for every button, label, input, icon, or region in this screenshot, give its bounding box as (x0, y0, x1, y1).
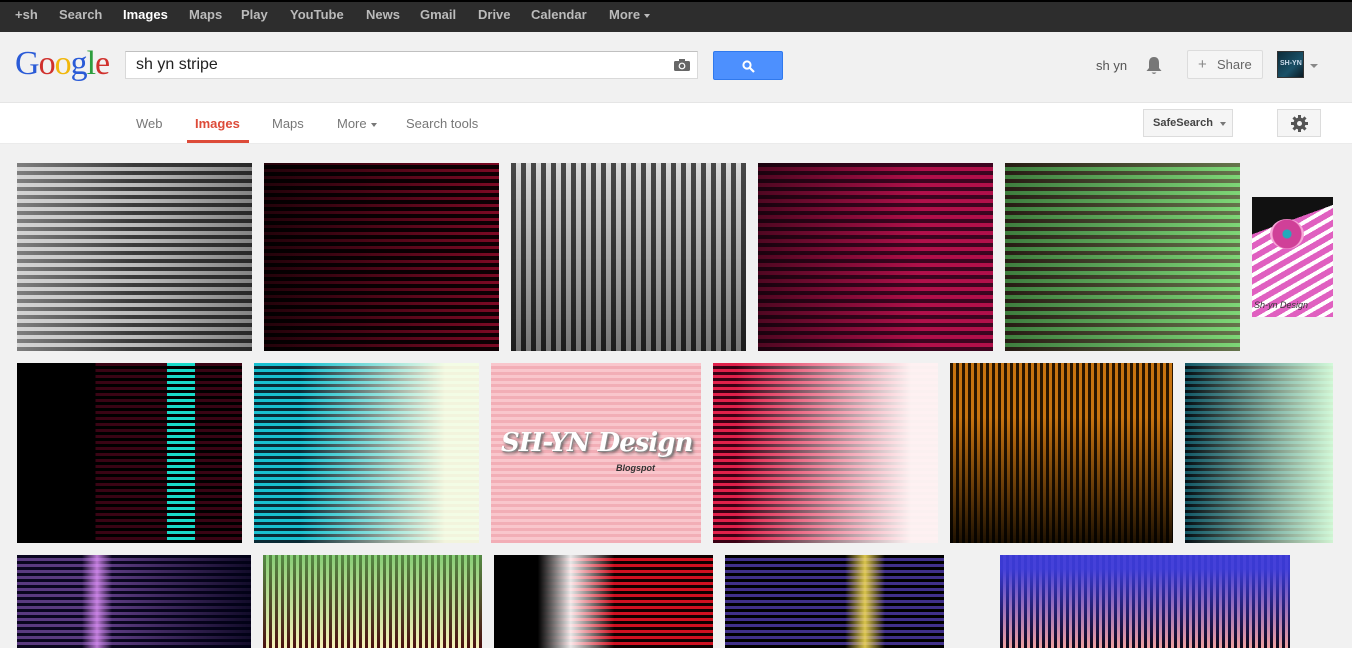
logo-letter: l (86, 45, 97, 82)
chevron-down-icon (644, 13, 651, 18)
image-logo-text: SH-YN Design (501, 428, 693, 458)
camera-icon[interactable] (673, 58, 691, 72)
logo-letter: o (38, 45, 56, 82)
tab-maps[interactable]: Maps (272, 116, 304, 131)
avatar[interactable]: SH-YN (1277, 51, 1304, 78)
search-box (125, 51, 698, 79)
gradient-overlay (17, 555, 251, 648)
image-result[interactable] (1005, 163, 1240, 351)
topbar-images[interactable]: Images (123, 7, 168, 22)
image-result[interactable] (494, 555, 713, 648)
topbar-news[interactable]: News (366, 7, 400, 22)
search-input[interactable] (136, 56, 656, 74)
topbar-plus-sh[interactable]: +sh (15, 7, 38, 22)
topbar-calendar[interactable]: Calendar (531, 7, 587, 22)
topbar-more[interactable]: More (609, 7, 651, 22)
image-result[interactable] (1000, 555, 1290, 648)
topbar-play[interactable]: Play (241, 7, 268, 22)
share-button[interactable]: + Share (1187, 50, 1263, 79)
flower-graphic (1270, 219, 1304, 249)
tab-more-label: More (337, 116, 367, 131)
topbar-drive[interactable]: Drive (478, 7, 511, 22)
chevron-down-icon (370, 122, 377, 127)
image-result[interactable] (264, 163, 499, 351)
plus-icon: + (1198, 56, 1207, 73)
search-type-tabs: Web Images Maps More Search tools SafeSe… (0, 103, 1352, 144)
image-result[interactable] (263, 555, 482, 648)
gradient-overlay (263, 555, 482, 648)
chevron-down-icon (1220, 122, 1226, 126)
image-watermark: Sh-yn Design (1254, 300, 1309, 310)
image-result[interactable] (511, 163, 746, 351)
search-header: Google sh yn + Share SH-YN (0, 32, 1352, 103)
active-tab-underline (187, 140, 249, 143)
google-logo[interactable]: Google (15, 44, 110, 84)
image-result[interactable] (758, 163, 993, 351)
settings-button[interactable] (1277, 109, 1321, 137)
topbar-youtube[interactable]: YouTube (290, 7, 344, 22)
gradient-overlay (494, 555, 713, 648)
gradient-overlay (950, 363, 1173, 543)
image-result[interactable] (17, 163, 252, 351)
image-result[interactable]: SH-YN Design Blogspot (491, 363, 701, 543)
topbar-more-label: More (609, 7, 641, 22)
image-result[interactable] (1185, 363, 1333, 543)
gradient-overlay (254, 363, 479, 543)
image-result[interactable] (725, 555, 944, 648)
image-result[interactable] (950, 363, 1173, 543)
topbar-maps[interactable]: Maps (189, 7, 222, 22)
chevron-down-icon[interactable] (1310, 64, 1318, 68)
image-logo-subtext: Blogspot (616, 463, 655, 473)
gear-icon (1291, 115, 1308, 132)
search-icon (742, 60, 755, 73)
stripe-glow (845, 555, 885, 648)
tab-more[interactable]: More (337, 116, 377, 131)
tab-search-tools[interactable]: Search tools (406, 116, 478, 131)
google-bar: +sh Search Images Maps Play YouTube News… (0, 0, 1352, 32)
tab-images[interactable]: Images (195, 116, 240, 131)
search-button[interactable] (713, 51, 783, 80)
safesearch-label: SafeSearch (1153, 117, 1213, 129)
logo-letter: g (70, 45, 88, 82)
topbar-gmail[interactable]: Gmail (420, 7, 456, 22)
logo-letter: o (54, 45, 72, 82)
image-result[interactable] (254, 363, 479, 543)
safesearch-button[interactable]: SafeSearch (1143, 109, 1233, 137)
gradient-overlay (1185, 363, 1333, 543)
image-result[interactable] (17, 555, 251, 648)
image-result[interactable] (17, 363, 242, 543)
avatar-label: SH-YN (1280, 60, 1302, 67)
image-result[interactable] (713, 363, 938, 543)
topbar-search[interactable]: Search (59, 7, 102, 22)
stripe-glow (167, 363, 195, 543)
logo-letter: e (95, 45, 110, 82)
gradient-overlay (1000, 555, 1290, 648)
tab-web[interactable]: Web (136, 116, 163, 131)
logo-letter: G (15, 45, 40, 82)
user-name-link[interactable]: sh yn (1096, 58, 1127, 73)
share-label: Share (1217, 57, 1252, 72)
image-result[interactable]: Sh-yn Design (1252, 197, 1333, 317)
notification-bell-icon[interactable] (1145, 56, 1163, 76)
gradient-overlay (713, 363, 938, 543)
